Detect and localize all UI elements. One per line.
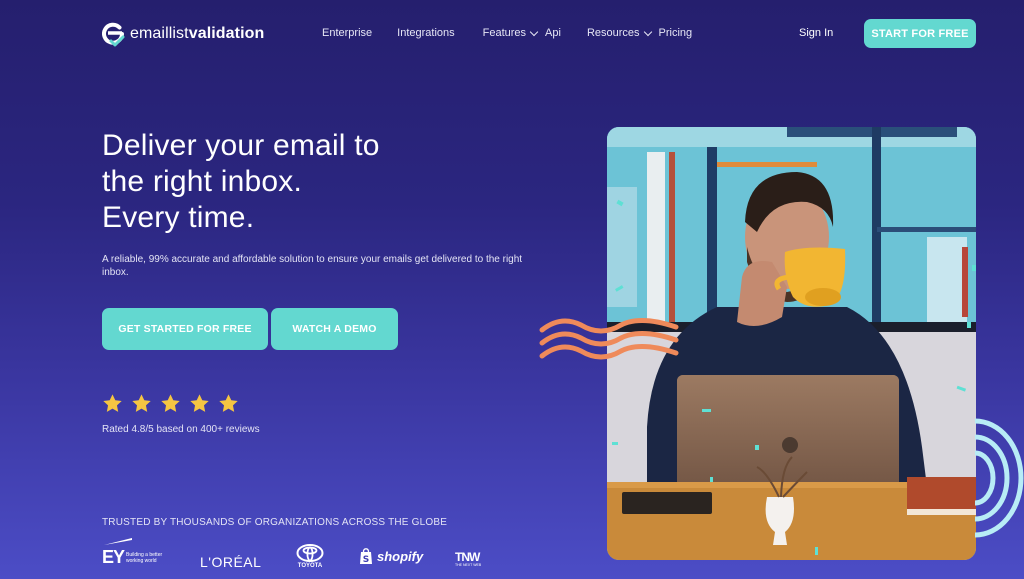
watch-demo-button[interactable]: WATCH A DEMO: [271, 308, 398, 350]
star-icon: [161, 394, 180, 412]
nav-link-enterprise[interactable]: Enterprise: [322, 27, 372, 39]
logo-text: emaillistvalidation: [130, 25, 265, 42]
shopify-logo: S shopify: [359, 548, 423, 565]
nav-link-resources[interactable]: Resources: [587, 27, 652, 39]
svg-text:S: S: [363, 555, 369, 565]
orange-wave-decoration: [539, 318, 679, 360]
nav-links: Enterprise Integrations Features Api Res…: [322, 27, 692, 39]
nav-link-features[interactable]: Features: [483, 27, 539, 39]
star-icon: [219, 394, 238, 412]
nav-link-integrations[interactable]: Integrations: [397, 27, 454, 39]
logo-mark-icon: [102, 22, 125, 47]
get-started-button[interactable]: GET STARTED FOR FREE: [102, 308, 268, 350]
chevron-down-icon: [643, 27, 652, 36]
nav-link-pricing[interactable]: Pricing: [659, 27, 693, 39]
client-logos: EY Building a better working world L'ORÉ…: [102, 536, 522, 576]
nav-link-api[interactable]: Api: [545, 27, 561, 39]
star-icon: [190, 394, 209, 412]
hero-subtext: A reliable, 99% accurate and affordable …: [102, 254, 523, 278]
top-navigation: emaillistvalidation Enterprise Integrati…: [0, 0, 1024, 68]
toyota-logo: TOYOTA: [295, 544, 325, 569]
ey-logo: EY Building a better working world: [102, 536, 172, 570]
star-icon: [132, 394, 151, 412]
shopify-bag-icon: S: [360, 548, 372, 565]
headline-line: Deliver your email to: [102, 129, 380, 162]
sign-in-link[interactable]: Sign In: [799, 27, 833, 39]
hero-headline: Deliver your email to the right inbox. E…: [102, 128, 380, 236]
ey-beam-icon: [104, 538, 132, 545]
toyota-emblem-icon: [296, 544, 324, 562]
start-for-free-button[interactable]: START FOR FREE: [864, 19, 976, 48]
brand-logo[interactable]: emaillistvalidation: [102, 21, 264, 47]
rating-stars: [102, 393, 239, 414]
headline-line: the right inbox.: [102, 165, 302, 198]
tnw-logo: TNW THE NEXT WEB: [455, 550, 482, 567]
trusted-heading: TRUSTED BY THOUSANDS OF ORGANIZATIONS AC…: [102, 517, 448, 528]
star-icon: [103, 394, 122, 412]
chevron-down-icon: [529, 27, 539, 36]
cyan-arcs-decoration: [975, 418, 1024, 538]
headline-line: Every time.: [102, 201, 255, 234]
rating-text: Rated 4.8/5 based on 400+ reviews: [102, 424, 260, 435]
loreal-logo: L'ORÉAL: [200, 554, 262, 570]
